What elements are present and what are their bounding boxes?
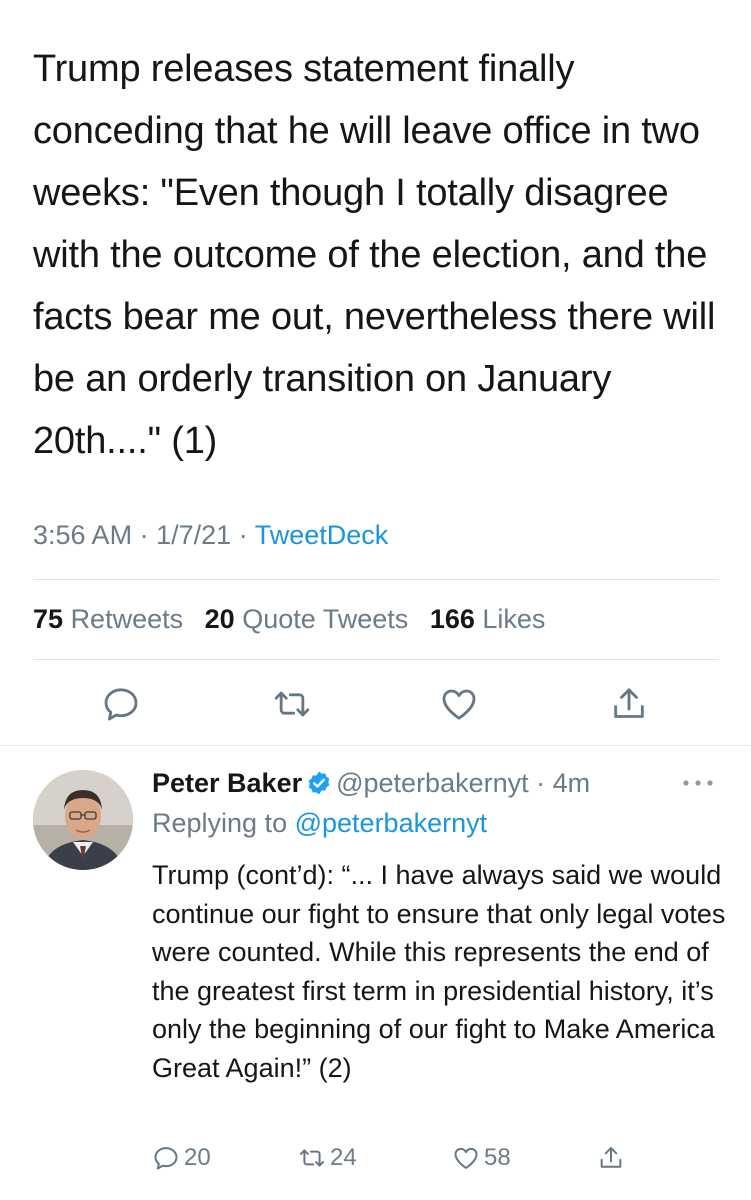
- likes-count: 166: [429, 604, 475, 634]
- quote-tweets-stat[interactable]: 20 Quote Tweets: [205, 604, 409, 634]
- reply-retweet-button[interactable]: 24: [298, 1142, 357, 1174]
- tweet-date[interactable]: 1/7/21: [156, 520, 231, 550]
- quote-tweets-label: Quote Tweets: [242, 604, 409, 634]
- reply-tweet[interactable]: Peter Baker @peterbakernyt · 4m Replying…: [0, 746, 751, 1200]
- display-name[interactable]: Peter Baker: [152, 768, 302, 798]
- heart-icon: [454, 1147, 478, 1169]
- reply-reply-button[interactable]: 20: [152, 1142, 211, 1174]
- tweet-source-link[interactable]: TweetDeck: [255, 520, 389, 550]
- reply-button[interactable]: [101, 684, 141, 724]
- reply-header: Peter Baker @peterbakernyt · 4m: [152, 768, 590, 799]
- likes-stat[interactable]: 166 Likes: [430, 604, 546, 634]
- replying-to-handle[interactable]: @peterbakernyt: [295, 808, 488, 838]
- quote-tweets-count: 20: [204, 604, 235, 634]
- meta-separator: ·: [238, 520, 248, 550]
- avatar[interactable]: [33, 770, 133, 870]
- retweet-icon: [299, 1149, 325, 1167]
- user-handle[interactable]: @peterbakernyt: [336, 768, 529, 798]
- retweets-count: 75: [33, 604, 64, 634]
- share-icon: [614, 688, 644, 718]
- reply-count: 20: [184, 1144, 211, 1171]
- like-button[interactable]: [439, 684, 479, 724]
- tweet-text: Trump releases statement finally concedi…: [33, 48, 716, 462]
- reply-like-button[interactable]: 58: [452, 1142, 511, 1174]
- tweet-meta: 3:56 AM · 1/7/21 · TweetDeck: [33, 520, 388, 551]
- engagement-stats: 75 Retweets 20 Quote Tweets 166 Likes: [33, 604, 545, 635]
- tweet-time[interactable]: 3:56 AM: [33, 520, 132, 550]
- replying-to-label: Replying to: [152, 808, 288, 838]
- retweets-label: Retweets: [70, 604, 184, 634]
- reply-text: Trump (cont’d): “... I have always said …: [152, 860, 726, 1083]
- divider: [33, 659, 719, 660]
- retweets-stat[interactable]: 75 Retweets: [33, 604, 183, 634]
- share-icon: [600, 1147, 622, 1168]
- meta-separator: ·: [139, 520, 149, 550]
- reply-share-button[interactable]: [597, 1142, 629, 1174]
- retweet-icon: [274, 691, 310, 717]
- verified-badge-icon: [308, 771, 330, 795]
- share-button[interactable]: [609, 684, 649, 724]
- likes-label: Likes: [482, 604, 546, 634]
- reply-icon: [104, 688, 138, 721]
- heart-icon: [442, 689, 476, 720]
- time-ago[interactable]: 4m: [553, 768, 591, 798]
- divider: [33, 579, 719, 580]
- retweet-count: 24: [330, 1144, 357, 1171]
- like-count: 58: [484, 1144, 511, 1171]
- main-tweet: Trump releases statement finally concedi…: [0, 0, 751, 745]
- replying-to: Replying to @peterbakernyt: [152, 808, 487, 839]
- reply-icon: [154, 1147, 178, 1170]
- more-options-icon[interactable]: [680, 776, 716, 790]
- header-separator: ·: [536, 768, 546, 798]
- retweet-button[interactable]: [272, 684, 312, 724]
